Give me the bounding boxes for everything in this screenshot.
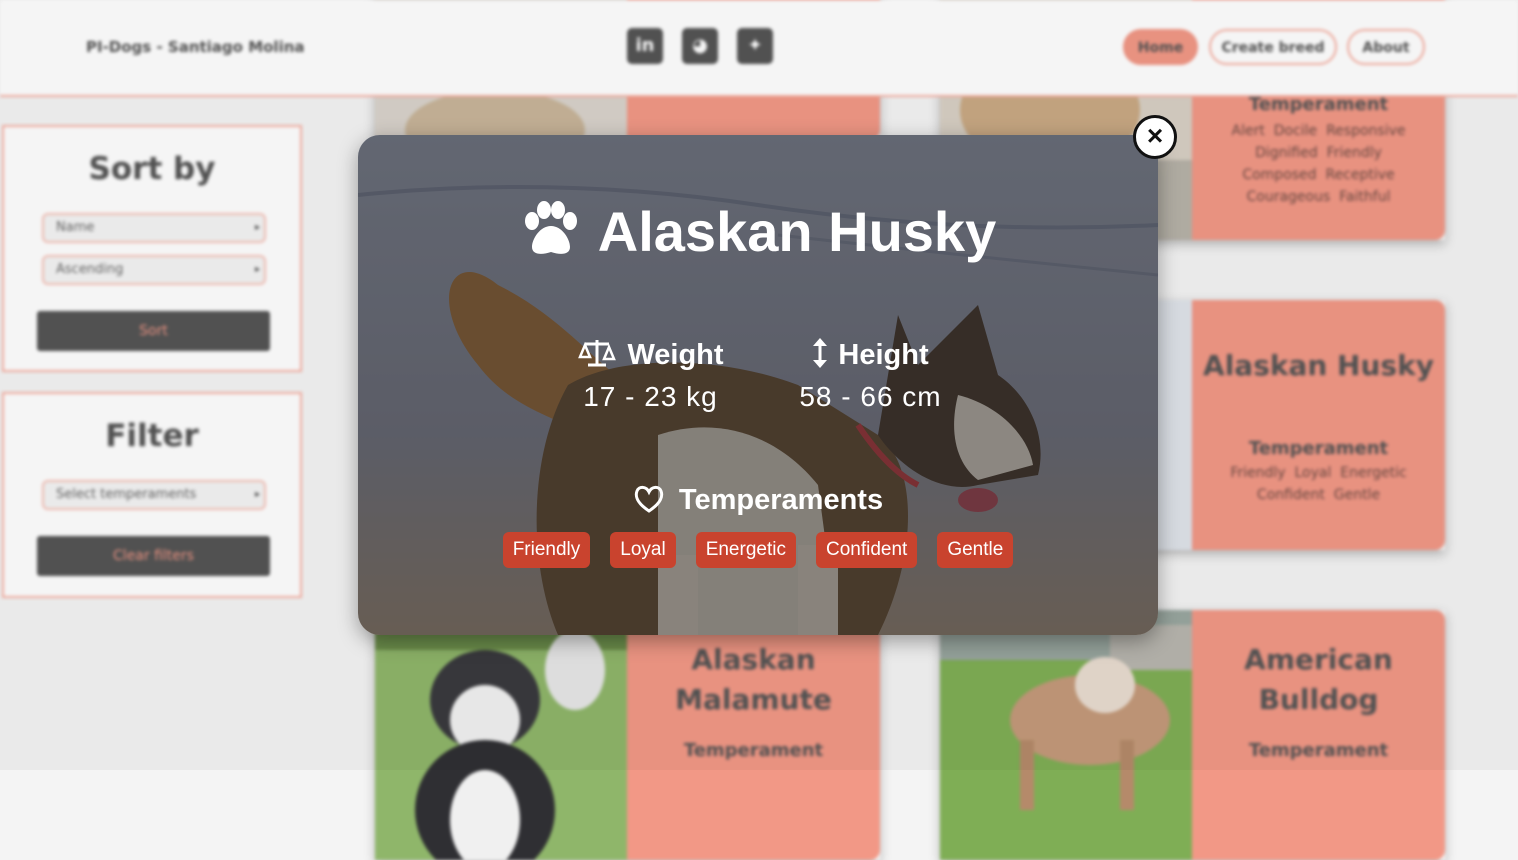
scale-icon (578, 340, 617, 367)
vertical-arrows-icon (813, 338, 828, 368)
breed-name: Alaskan Husky (597, 200, 997, 263)
breed-detail-modal: Alaskan Husky Weight 17 - 23 kg Height 5… (358, 135, 1158, 635)
temperaments-heading: Temperaments (358, 480, 1158, 520)
height-stat: Height 58 - 66 cm (788, 335, 953, 419)
weight-value: 17 - 23 kg (583, 381, 718, 412)
height-label: Height (838, 339, 929, 371)
temperament-chip: Gentle (937, 532, 1014, 568)
heart-icon (634, 485, 664, 513)
temperament-chip: Confident (815, 532, 918, 568)
paw-icon (524, 201, 577, 254)
temperament-chip: Loyal (610, 532, 676, 568)
height-value: 58 - 66 cm (799, 381, 942, 412)
temperament-chips: Friendly Loyal Energetic Confident Gentl… (358, 532, 1158, 568)
close-icon[interactable]: × (1133, 115, 1177, 159)
temperament-chip: Friendly (502, 532, 591, 568)
breed-title: Alaskan Husky (358, 199, 1158, 265)
temperaments-label: Temperaments (678, 484, 884, 516)
weight-label: Weight (627, 339, 724, 371)
temperament-chip: Energetic (695, 532, 796, 568)
weight-stat: Weight 17 - 23 kg (558, 335, 743, 419)
